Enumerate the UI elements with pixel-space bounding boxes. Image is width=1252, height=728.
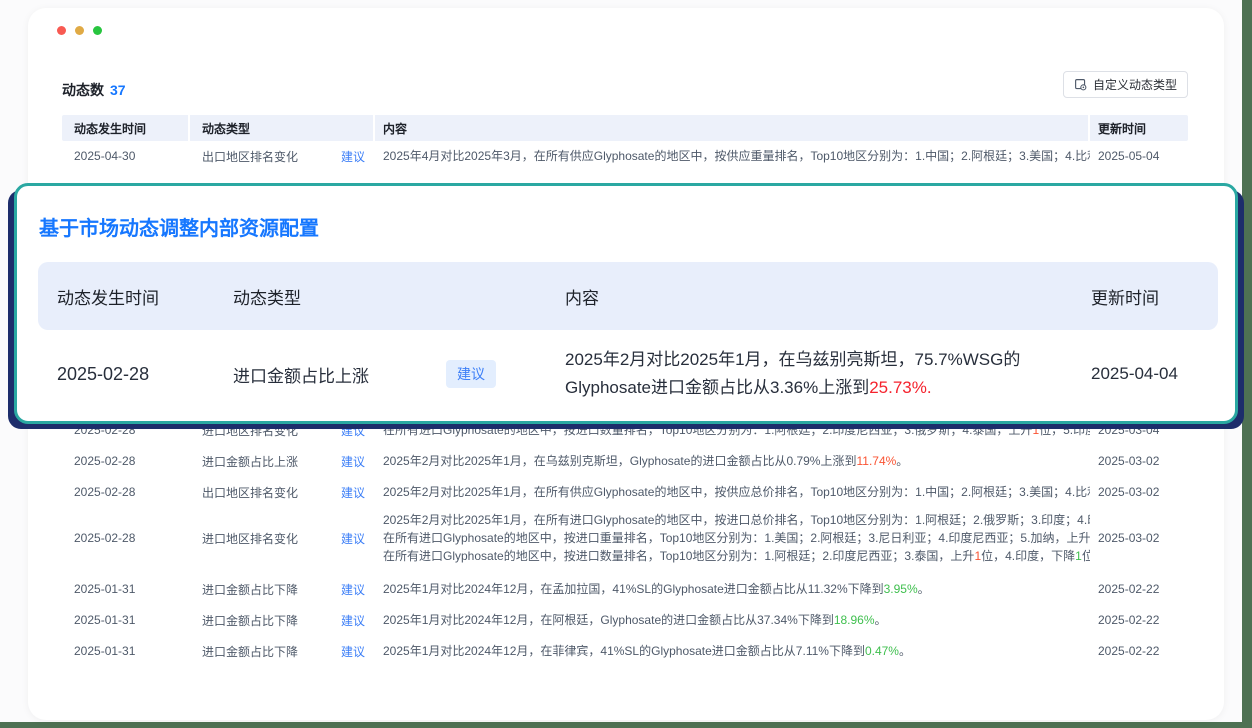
row-type: 进口金额占比下降 [202,612,298,629]
row-content: 2025年1月对比2024年12月，在阿根廷，Glyphosate的进口金额占比… [375,611,1090,629]
row-updated: 2025-03-02 [1090,454,1188,468]
row-content: 2025年1月对比2024年12月，在孟加拉国，41%SL的Glyphosate… [375,580,1090,598]
row-updated: 2025-05-04 [1090,149,1188,163]
dynamics-count: 动态数 37 [62,80,126,100]
row-content: 2025年2月对比2025年1月，在所有进口Glyphosate的地区中，按进口… [375,511,1090,565]
row-type: 进口金额占比下降 [202,581,298,598]
row-type: 进口地区排名变化 [202,422,298,439]
table-row: 2025-02-28 进口地区排名变化 建议 2025年2月对比2025年1月，在所有… [62,510,1188,566]
header-update-time: 更新时间 [1090,115,1188,141]
row-content: 2025年2月对比2025年1月，在乌兹别克斯坦，Glyphosate的进口金额… [375,452,1090,470]
highlight-callout: 基于市场动态调整内部资源配置 动态发生时间 动态类型 内容 更新时间 2025-… [14,183,1238,424]
row-content: 2025年4月对比2025年3月，在所有供应Glyphosate的地区中，按供应… [375,147,1090,165]
customize-dynamic-type-button[interactable]: 自定义动态类型 [1063,71,1188,98]
customize-icon [1074,78,1087,91]
row-date: 2025-01-31 [62,644,190,658]
minimize-window-icon[interactable] [75,26,84,35]
row-type: 进口金额占比上涨 [202,453,298,470]
row-date: 2025-04-30 [62,149,190,163]
customize-button-label: 自定义动态类型 [1093,76,1177,93]
row-content: 2025年2月对比2025年1月，在所有供应Glyphosate的地区中，按供应… [375,483,1090,501]
row-date: 2025-02-28 [62,423,190,437]
table-row: 2025-01-31 进口金额占比下降 建议 2025年1月对比2024年12月，在阿… [62,605,1188,635]
suggestion-tag[interactable]: 建议 [341,148,365,165]
table-row: 2025-02-28 出口地区排名变化 建议 2025年2月对比2025年1月，在所有… [62,477,1188,507]
dynamics-count-label: 动态数 [62,82,104,98]
backdrop-right-strip [1242,0,1252,728]
callout-header-dynamic-type: 动态类型 [233,284,565,309]
row-type: 出口地区排名变化 [202,484,298,501]
dynamics-count-value: 37 [110,82,126,98]
callout-title: 基于市场动态调整内部资源配置 [39,212,319,241]
row-updated: 2025-02-22 [1090,613,1188,627]
row-updated: 2025-03-04 [1090,423,1188,437]
suggestion-tag[interactable]: 建议 [341,453,365,470]
table-row: 2025-01-31 进口金额占比下降 建议 2025年1月对比2024年12月，在孟… [62,574,1188,604]
suggestion-tag[interactable]: 建议 [341,612,365,629]
suggestion-tag[interactable]: 建议 [446,360,496,388]
row-content: 2025年2月对比2025年1月，在乌兹别亮斯坦，75.7%WSG的Glypho… [565,346,1083,402]
table-row: 2025-04-30 出口地区排名变化 建议 2025年4月对比2025年3月，在所有… [62,141,1188,171]
row-updated: 2025-02-22 [1090,644,1188,658]
maximize-window-icon[interactable] [93,26,102,35]
row-updated: 2025-02-22 [1090,582,1188,596]
header-dynamic-type: 动态类型 [190,115,375,141]
row-updated: 2025-03-02 [1090,485,1188,499]
close-window-icon[interactable] [57,26,66,35]
table-header: 动态发生时间 动态类型 内容 更新时间 [62,115,1188,141]
row-type: 进口地区排名变化 [202,530,298,547]
row-date: 2025-02-28 [62,531,190,545]
row-date: 2025-02-28 [62,454,190,468]
row-date: 2025-02-28 [62,485,190,499]
suggestion-tag[interactable]: 建议 [341,484,365,501]
window-controls [57,26,102,35]
callout-table-header: 动态发生时间 动态类型 内容 更新时间 [38,262,1218,330]
row-updated: 2025-04-04 [1083,364,1218,384]
callout-header-occur-time: 动态发生时间 [38,284,233,309]
suggestion-tag[interactable]: 建议 [341,581,365,598]
row-updated: 2025-03-02 [1090,531,1188,545]
row-content: 2025年1月对比2024年12月，在菲律宾，41%SL的Glyphosate进… [375,642,1090,660]
header-occur-time: 动态发生时间 [62,115,190,141]
table-row: 2025-01-31 进口金额占比下降 建议 2025年1月对比2024年12月，在菲… [62,636,1188,666]
suggestion-tag[interactable]: 建议 [341,530,365,547]
backdrop-bottom-strip [0,722,1252,728]
callout-table-row: 2025-02-28 进口金额占比上涨 建议 2025年2月对比2025年1月，… [38,338,1218,410]
row-type: 进口金额占比上涨 [233,362,446,387]
row-date: 2025-01-31 [62,582,190,596]
row-type: 出口地区排名变化 [202,148,298,165]
suggestion-tag[interactable]: 建议 [341,643,365,660]
header-content: 内容 [375,115,1090,141]
row-date: 2025-02-28 [38,364,233,385]
callout-header-update-time: 更新时间 [1083,284,1218,309]
suggestion-tag[interactable]: 建议 [341,422,365,439]
callout-header-content: 内容 [565,284,1083,309]
row-date: 2025-01-31 [62,613,190,627]
table-row: 2025-02-28 进口金额占比上涨 建议 2025年2月对比2025年1月，在乌兹… [62,446,1188,476]
row-type: 进口金额占比下降 [202,643,298,660]
